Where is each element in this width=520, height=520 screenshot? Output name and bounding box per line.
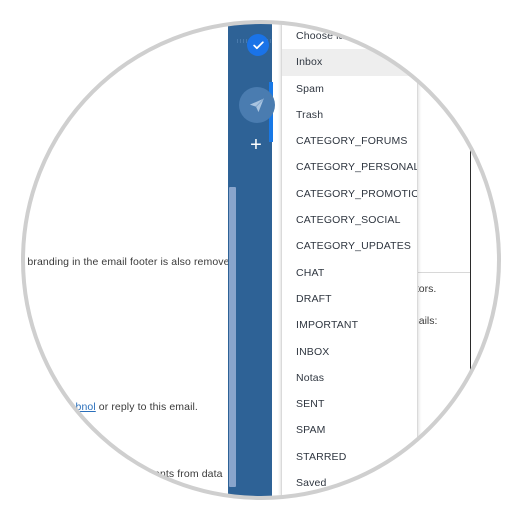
right-column-divider <box>412 272 470 273</box>
label-option[interactable]: CATEGORY_PROMOTIONS <box>282 181 417 207</box>
label-option[interactable]: Trash <box>282 102 417 128</box>
sidebar-scrollbar-track[interactable] <box>228 0 236 520</box>
search-input[interactable] <box>288 0 408 17</box>
signature-suffix: or reply to this email. <box>95 401 198 413</box>
label-option[interactable]: DRAFT <box>282 286 417 312</box>
twitter-handle-link[interactable]: @labnol <box>56 401 95 413</box>
label-option[interactable]: SENT <box>282 391 417 417</box>
label-option[interactable]: CATEGORY_PERSONAL <box>282 154 417 180</box>
label-option[interactable]: Inbox <box>282 49 417 76</box>
right-panel-border-top <box>470 140 492 141</box>
sidebar-scrollbar-thumb[interactable] <box>229 187 236 487</box>
label-option-list: Choose label Inbox Spam Trash CATEGORY_FORUM… <box>282 23 417 497</box>
paper-plane-icon[interactable] <box>239 87 275 123</box>
label-option[interactable]: Choose label <box>282 23 417 49</box>
plus-icon[interactable]: + <box>243 132 269 158</box>
label-option[interactable]: Solvetic <box>282 496 417 497</box>
document-footer-line: documents from data <box>122 468 223 480</box>
label-option[interactable]: Spam <box>282 76 417 102</box>
label-option[interactable]: Saved <box>282 470 417 496</box>
label-option[interactable]: IMPORTANT <box>282 312 417 338</box>
label-option[interactable]: CHAT <box>282 260 417 286</box>
right-panel-border <box>470 140 471 390</box>
bottom-checkbox-label: S <box>307 506 314 517</box>
label-option[interactable]: INBOX <box>282 339 417 365</box>
document-paragraph-line: The branding in the email footer is also… <box>6 256 247 268</box>
app-sidebar <box>228 0 273 520</box>
label-option[interactable]: STARRED <box>282 444 417 470</box>
label-option[interactable]: CATEGORY_SOCIAL <box>282 207 417 233</box>
document-signature-line: s @labnol or reply to this email. <box>48 401 198 413</box>
label-option[interactable]: SPAM <box>282 417 417 443</box>
check-circle-icon[interactable] <box>247 34 269 56</box>
label-option[interactable]: CATEGORY_FORUMS <box>282 128 417 154</box>
label-option[interactable]: CATEGORY_UPDATES <box>282 233 417 259</box>
bottom-checkbox[interactable] <box>288 503 303 518</box>
right-panel-border-bottom <box>470 389 492 390</box>
label-option[interactable]: Notas <box>282 365 417 391</box>
screenshot-root: The branding in the email footer is also… <box>0 0 520 520</box>
label-dropdown-panel: Choose labelInboxSpamTrashCATEGORY_FORUM… <box>281 0 418 497</box>
tag-icon-glyph: ● <box>246 0 252 8</box>
